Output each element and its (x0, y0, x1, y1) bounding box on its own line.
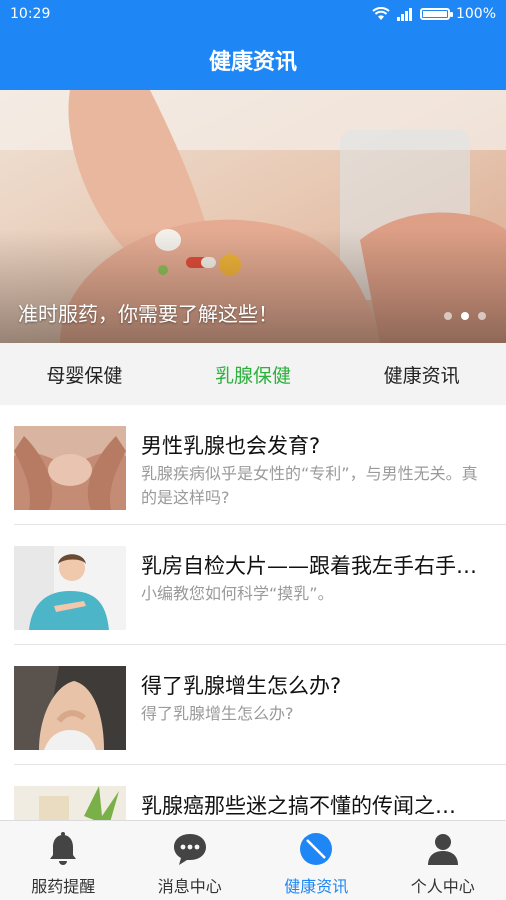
banner-carousel[interactable]: 准时服药，你需要了解这些！ (0, 90, 506, 343)
bottom-nav: 服药提醒 消息中心 健康资讯 个人中心 (0, 820, 506, 900)
article-title: 乳房自检大片——跟着我左手右手… (141, 554, 477, 578)
app-screen: 10:29 100% 健康资讯 准时服药，你需要了解这些！ 母婴保健 乳腺保健 … (0, 0, 506, 900)
signal-icon (396, 8, 412, 21)
category-tabs: 母婴保健 乳腺保健 健康资讯 (0, 343, 506, 405)
chat-bubble-icon (173, 834, 206, 865)
nav-label: 消息中心 (157, 877, 222, 896)
article-title: 乳腺癌那些迷之搞不懂的传闻之… (141, 794, 456, 818)
article-item[interactable]: 得了乳腺增生怎么办? 得了乳腺增生怎么办? (14, 645, 506, 765)
status-bar: 10:29 100% (0, 0, 506, 30)
status-indicators: 100% (372, 6, 496, 22)
battery-icon (419, 8, 453, 20)
carousel-dot[interactable] (478, 312, 486, 320)
carousel-dots (444, 312, 486, 320)
article-list: 男性乳腺也会发育? 乳腺疾病似乎是女性的“专利”，与男性无关。真的是这样吗? 乳… (0, 405, 506, 820)
nav-label: 服药提醒 (31, 877, 96, 896)
nav-label: 健康资讯 (284, 877, 349, 896)
bell-icon (50, 832, 77, 865)
article-summary: 小编教您如何科学“摸乳”。 (141, 584, 334, 603)
tab-breast-care[interactable]: 乳腺保健 (169, 343, 338, 405)
article-item[interactable]: 乳腺癌那些迷之搞不懂的传闻之… (14, 765, 506, 820)
status-time: 10:29 (10, 6, 51, 22)
wifi-icon (372, 7, 390, 20)
battery-percent: 100% (455, 6, 496, 22)
article-summary: 乳腺疾病似乎是女性的“专利”，与男性无关。真的是这样吗? (141, 464, 478, 507)
article-thumbnail (14, 786, 126, 820)
tab-maternal-care[interactable]: 母婴保健 (0, 343, 169, 405)
nav-label: 个人中心 (410, 877, 475, 896)
person-icon (427, 834, 458, 865)
carousel-dot-active[interactable] (461, 312, 469, 320)
article-thumbnail (14, 546, 126, 630)
nav-message-center[interactable]: 消息中心 (127, 821, 254, 900)
article-thumbnail (14, 666, 126, 750)
nav-medication-reminder[interactable]: 服药提醒 (0, 821, 127, 900)
article-thumbnail (14, 426, 126, 510)
article-item[interactable]: 乳房自检大片——跟着我左手右手… 小编教您如何科学“摸乳”。 (14, 525, 506, 645)
article-title: 得了乳腺增生怎么办? (141, 674, 342, 698)
tab-health-news[interactable]: 健康资讯 (337, 343, 506, 405)
article-summary: 得了乳腺增生怎么办? (141, 704, 294, 723)
title-bar: 健康资讯 (0, 30, 506, 90)
nav-personal-center[interactable]: 个人中心 (380, 821, 506, 900)
health-news-icon (300, 833, 333, 865)
banner-caption: 准时服药，你需要了解这些！ (18, 302, 278, 326)
article-title: 男性乳腺也会发育? (141, 434, 321, 458)
carousel-dot[interactable] (444, 312, 452, 320)
page-title: 健康资讯 (208, 50, 297, 75)
nav-health-news[interactable]: 健康资讯 (253, 821, 380, 900)
article-item[interactable]: 男性乳腺也会发育? 乳腺疾病似乎是女性的“专利”，与男性无关。真的是这样吗? (14, 405, 506, 525)
